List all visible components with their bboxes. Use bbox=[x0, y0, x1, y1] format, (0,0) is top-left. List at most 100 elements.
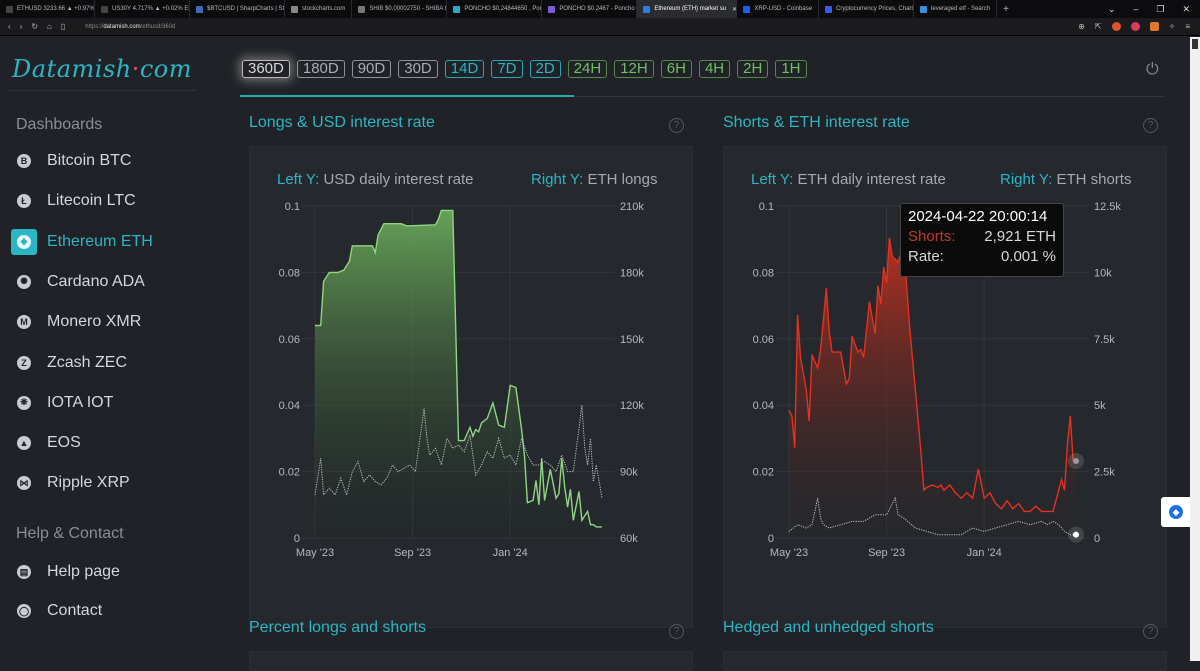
sidebar-item-label: Help page bbox=[47, 563, 120, 580]
sidebar-item-ethereum-eth[interactable]: ◆ Ethereum ETH bbox=[11, 228, 153, 255]
book-icon: ▤ bbox=[11, 559, 37, 585]
tab-favicon-icon bbox=[920, 5, 928, 13]
header-progress-line bbox=[240, 95, 574, 97]
close-tab-icon[interactable]: ✕ bbox=[732, 6, 736, 13]
browser-tab[interactable]: leveraged etf - Search bbox=[914, 0, 998, 18]
reload-icon[interactable]: ↻ bbox=[31, 22, 38, 31]
tab-favicon-icon bbox=[358, 5, 366, 13]
sidebar-item-label: Ripple XRP bbox=[47, 474, 130, 492]
browser-tab[interactable]: Cryptocurrency Prices, Charts / bbox=[819, 0, 915, 18]
new-tab-button[interactable]: + bbox=[997, 0, 1015, 18]
sidebar-item-bitcoin-btc[interactable]: B Bitcoin BTC bbox=[11, 148, 131, 174]
logo-text-2: com bbox=[139, 55, 193, 83]
browser-tab[interactable]: SHIB $0.00002750 - SHIBA INU bbox=[352, 0, 448, 18]
url-prefix: https:// bbox=[85, 23, 104, 30]
extensions-icon[interactable]: ✧ bbox=[1169, 22, 1176, 31]
browser-tab[interactable]: US30Y 4.717% ▲ +0.02% EMA bbox=[95, 0, 190, 18]
url-host: datamish.com bbox=[103, 23, 141, 30]
longs-chart[interactable]: 0 60k 0.02 90k 0.04 120k 0.06 150k 0.08 180k 0.1 21… bbox=[250, 192, 694, 632]
page-scrollbar[interactable] bbox=[1190, 37, 1200, 661]
left-tick-label: 0.06 bbox=[279, 334, 300, 346]
scrollbar-thumb[interactable] bbox=[1192, 39, 1198, 49]
range-button-6h[interactable]: 6H bbox=[660, 60, 692, 78]
sidebar-item-iota-iot[interactable]: ❋ IOTA IOT bbox=[11, 390, 113, 416]
hover-marker bbox=[1073, 457, 1079, 464]
zoom-icon[interactable]: ⊕ bbox=[1078, 22, 1085, 31]
left-tick-label: 0.02 bbox=[753, 467, 774, 479]
sidebar-item-label: Ethereum ETH bbox=[47, 232, 153, 250]
percent-help-icon[interactable]: ? bbox=[669, 624, 684, 639]
restore-icon[interactable]: ❐ bbox=[1156, 4, 1164, 15]
iota-icon: ❋ bbox=[11, 390, 37, 416]
browser-tab[interactable]: PONCHO $0.24844650 , Ponch bbox=[447, 0, 543, 18]
brave-shield-icon[interactable] bbox=[1111, 22, 1121, 31]
range-button-14d[interactable]: 14D bbox=[444, 60, 485, 78]
range-button-360d[interactable]: 360D bbox=[242, 60, 290, 78]
power-icon[interactable]: ⏻ bbox=[1146, 61, 1159, 79]
longs-help-icon[interactable]: ? bbox=[669, 118, 684, 133]
tooltip-rate-row: Rate: 0.001 % bbox=[908, 248, 1056, 265]
legend-key: Left Y: bbox=[277, 171, 320, 188]
browser-tab[interactable]: ETHUSD 3233.66 ▲ +0.97% EMA bbox=[0, 0, 95, 18]
left-axis-legend: Left Y: ETH daily interest rate bbox=[751, 171, 946, 188]
sidebar-item-monero-xmr[interactable]: M Monero XMR bbox=[11, 309, 141, 335]
tab-list-icon[interactable]: ⌄ bbox=[1108, 4, 1116, 15]
range-button-1h[interactable]: 1H bbox=[775, 60, 807, 78]
legend-key: Right Y: bbox=[1000, 171, 1053, 188]
sidebar-item-zcash-zec[interactable]: Z Zcash ZEC bbox=[11, 350, 127, 376]
left-tick-label: 0.08 bbox=[279, 267, 300, 279]
hedged-help-icon[interactable]: ? bbox=[1143, 624, 1158, 639]
browser-tab[interactable]: $BTCUSD | SharpCharts | Stock bbox=[190, 0, 285, 18]
range-button-2d[interactable]: 2D bbox=[529, 60, 561, 78]
zcash-icon: Z bbox=[11, 350, 37, 376]
litecoin-icon: Ł bbox=[11, 188, 37, 214]
left-tick-label: 0.06 bbox=[753, 334, 774, 346]
forward-icon[interactable]: › bbox=[20, 22, 23, 31]
help-heading: Help & Contact bbox=[16, 525, 124, 542]
range-button-2h[interactable]: 2H bbox=[737, 60, 769, 78]
range-button-30d[interactable]: 30D bbox=[398, 60, 438, 78]
sidebar-item-ripple-xrp[interactable]: ⋈ Ripple XRP bbox=[11, 470, 130, 496]
range-button-90d[interactable]: 90D bbox=[351, 60, 392, 78]
sidebar-item-label: Cardano ADA bbox=[47, 272, 145, 290]
share-icon[interactable]: ⇱ bbox=[1095, 22, 1102, 31]
tab-favicon-icon bbox=[291, 5, 298, 13]
range-button-180d[interactable]: 180D bbox=[296, 60, 345, 78]
range-button-12h[interactable]: 12H bbox=[614, 60, 654, 78]
sidebar-item-eos[interactable]: ▲ EOS bbox=[11, 430, 81, 456]
back-icon[interactable]: ‹ bbox=[8, 22, 11, 31]
home-icon[interactable]: ⌂ bbox=[47, 22, 52, 31]
sidebar-item-litecoin-ltc[interactable]: Ł Litecoin LTC bbox=[11, 188, 136, 214]
tooltip-shorts-value: 2,921 ETH bbox=[984, 228, 1056, 245]
browser-tab[interactable]: Ethereum (ETH) market su ✕ bbox=[637, 0, 738, 18]
left-tick-label: 0.04 bbox=[279, 400, 300, 412]
left-tick-label: 0.04 bbox=[753, 400, 774, 412]
sidebar-item-label: EOS bbox=[47, 434, 81, 452]
tab-title: Cryptocurrency Prices, Charts / bbox=[836, 6, 915, 12]
range-button-24h[interactable]: 24H bbox=[567, 60, 608, 78]
extension-bar: ⊕ ⇱ ✧ ≡ bbox=[1078, 22, 1200, 31]
browser-tab[interactable]: XRP-USD - Coinbase bbox=[737, 0, 820, 18]
logo[interactable]: Datamish·com bbox=[12, 55, 192, 83]
bookmark-icon[interactable]: ▯ bbox=[61, 22, 65, 31]
url-field[interactable]: https://datamish.com/ethusd/360d bbox=[85, 24, 175, 30]
close-window-icon[interactable]: ✕ bbox=[1182, 4, 1190, 15]
browser-tab[interactable]: PONCHO $0.2467 - Poncho Pr bbox=[542, 0, 638, 18]
sidebar-item-help-page[interactable]: ▤ Help page bbox=[11, 559, 120, 585]
browser-tab-bar: ETHUSD 3233.66 ▲ +0.97% EMA US30Y 4.717% … bbox=[0, 0, 1200, 18]
shorts-help-icon[interactable]: ? bbox=[1143, 118, 1158, 133]
brave-rewards-icon[interactable] bbox=[1130, 22, 1140, 31]
minimize-icon[interactable]: – bbox=[1133, 4, 1138, 15]
ethereum-wallet-button[interactable]: ◆ bbox=[1161, 497, 1191, 527]
browser-tab[interactable]: stockcharts.com bbox=[285, 0, 353, 18]
legend-key: Left Y: bbox=[751, 171, 794, 188]
menu-icon[interactable]: ≡ bbox=[1185, 22, 1190, 31]
tab-title: leveraged etf - Search bbox=[931, 6, 991, 12]
longs-chart-card: Left Y: USD daily interest rate Right Y:… bbox=[249, 146, 693, 628]
sidebar-item-contact[interactable]: ◯ Contact bbox=[11, 598, 102, 624]
right-tick-label: 120k bbox=[620, 400, 644, 412]
metamask-icon[interactable] bbox=[1149, 22, 1159, 31]
range-button-7d[interactable]: 7D bbox=[491, 60, 523, 78]
sidebar-item-cardano-ada[interactable]: ✺ Cardano ADA bbox=[11, 269, 145, 295]
range-button-4h[interactable]: 4H bbox=[698, 60, 731, 78]
